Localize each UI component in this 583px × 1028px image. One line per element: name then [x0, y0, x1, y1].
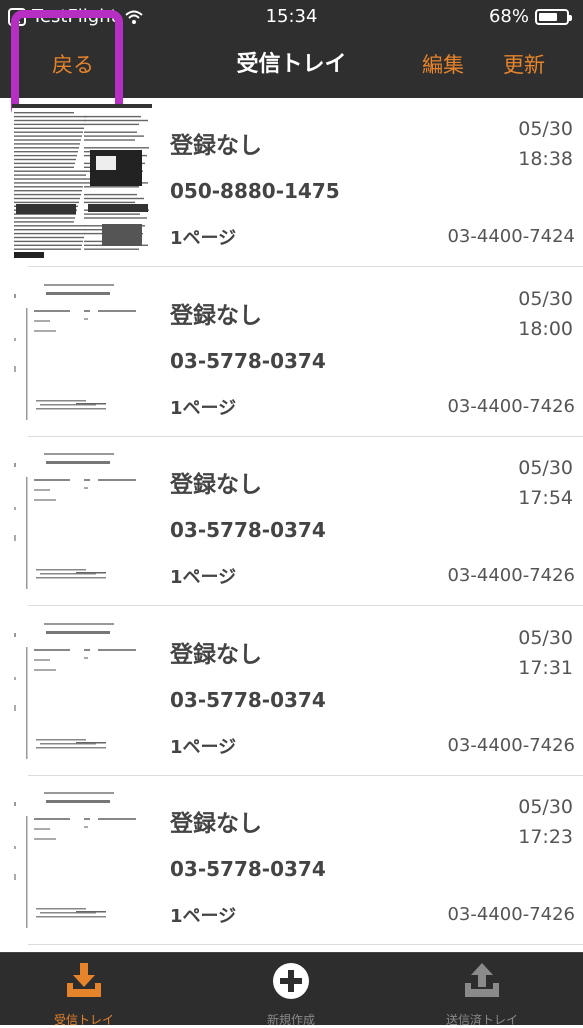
fax-time: 18:00 [518, 317, 573, 340]
battery-icon [535, 8, 572, 25]
tab-label: 受信トレイ [53, 1013, 114, 1027]
fax-time: 18:38 [518, 148, 573, 170]
row-divider [28, 944, 583, 945]
edit-button[interactable]: 編集 [422, 36, 464, 98]
battery-percent: 68% [488, 6, 529, 27]
tab-inbox[interactable]: 受信トレイ [14, 953, 154, 1027]
fax-sender: 登録なし [170, 641, 262, 668]
fax-item[interactable]: 登録なし 050-8880-1475 1ページ 05/30 18:38 03-4400-7… [0, 98, 583, 267]
tab-new-fax[interactable]: 新規作成 [221, 953, 361, 1027]
fax-number: 050-8880-1475 [170, 179, 340, 203]
fax-page-count: 1ページ [170, 736, 237, 758]
fax-date: 05/30 [518, 287, 573, 310]
tab-label: 新規作成 [266, 1013, 315, 1027]
back-button[interactable]: 戻る [52, 36, 94, 98]
tab-bar: 受信トレイ 新規作成 送信済トレイ [0, 952, 583, 1027]
inbox-download-icon [65, 961, 103, 1001]
navigation-bar: 受信トレイ 戻る 編集 更新 [0, 36, 583, 98]
fax-sender: 登録なし [170, 472, 262, 498]
fax-number: 03-5778-0374 [170, 348, 326, 373]
fax-date: 05/30 [518, 796, 573, 818]
fax-received-number: 03-4400-7424 [447, 226, 575, 247]
status-bar: TestFlight 15:34 68% [0, 0, 583, 36]
fax-time: 17:31 [518, 656, 573, 679]
fax-thumbnail [12, 273, 152, 430]
fax-received-number: 03-4400-7426 [447, 734, 575, 756]
fax-received-number: 03-4400-7426 [447, 565, 575, 586]
fax-thumbnail [12, 104, 152, 260]
fax-thumbnail [12, 782, 152, 938]
fax-number: 03-5778-0374 [170, 518, 326, 542]
fax-item[interactable]: 登録なし 03-5778-0374 1ページ 05/30 17:23 03-4400-74… [0, 776, 583, 945]
status-right: 68% [488, 6, 572, 27]
fax-sender: 登録なし [170, 302, 262, 329]
fax-received-number: 03-4400-7426 [447, 904, 575, 925]
outbox-upload-icon [463, 961, 501, 1001]
tab-sent[interactable]: 送信済トレイ [412, 953, 552, 1027]
tab-label: 送信済トレイ [445, 1013, 518, 1027]
fax-item[interactable]: 登録なし 03-5778-0374 1ページ 05/30 18:00 03-4400-74… [0, 268, 583, 437]
fax-received-number: 03-4400-7426 [447, 395, 575, 417]
fax-page-count: 1ページ [170, 906, 237, 927]
fax-date: 05/30 [518, 626, 573, 649]
fax-time: 17:23 [518, 826, 573, 848]
fax-number: 03-5778-0374 [170, 857, 326, 881]
fax-list[interactable]: 登録なし 050-8880-1475 1ページ 05/30 18:38 03-4400-7… [0, 98, 583, 948]
fax-number: 03-5778-0374 [170, 687, 326, 712]
fax-item[interactable]: 登録なし 03-5778-0374 1ページ 05/30 17:54 03-4400-74… [0, 437, 583, 606]
plus-circle-icon [272, 961, 310, 1001]
fax-time: 17:54 [518, 487, 573, 509]
fax-sender: 登録なし [170, 133, 262, 159]
refresh-button[interactable]: 更新 [503, 36, 545, 98]
fax-date: 05/30 [518, 457, 573, 479]
fax-page-count: 1ページ [170, 397, 237, 419]
fax-page-count: 1ページ [170, 228, 237, 249]
fax-page-count: 1ページ [170, 567, 237, 588]
fax-thumbnail [12, 612, 152, 769]
fax-date: 05/30 [518, 118, 573, 140]
fax-thumbnail [12, 443, 152, 599]
fax-sender: 登録なし [170, 811, 262, 837]
fax-item[interactable]: 登録なし 03-5778-0374 1ページ 05/30 17:31 03-4400-74… [0, 607, 583, 776]
